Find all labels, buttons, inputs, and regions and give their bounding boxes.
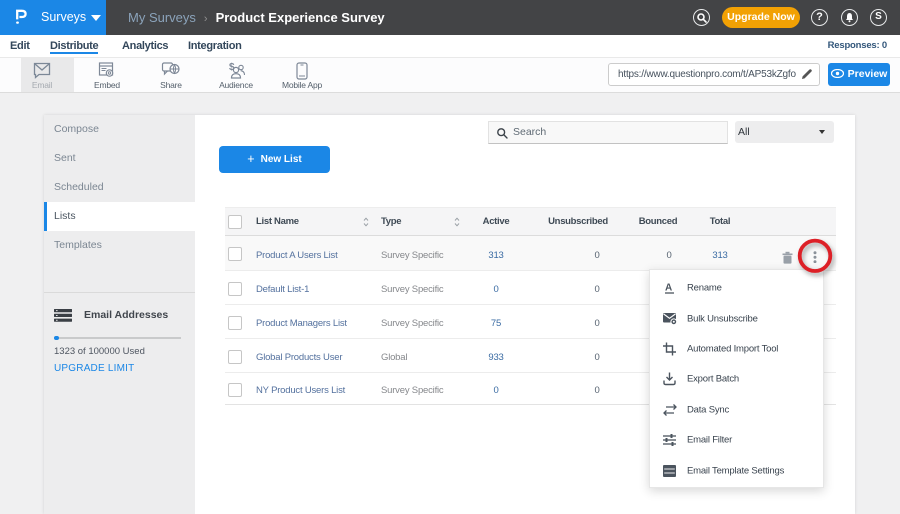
svg-text:A: A xyxy=(665,283,672,294)
